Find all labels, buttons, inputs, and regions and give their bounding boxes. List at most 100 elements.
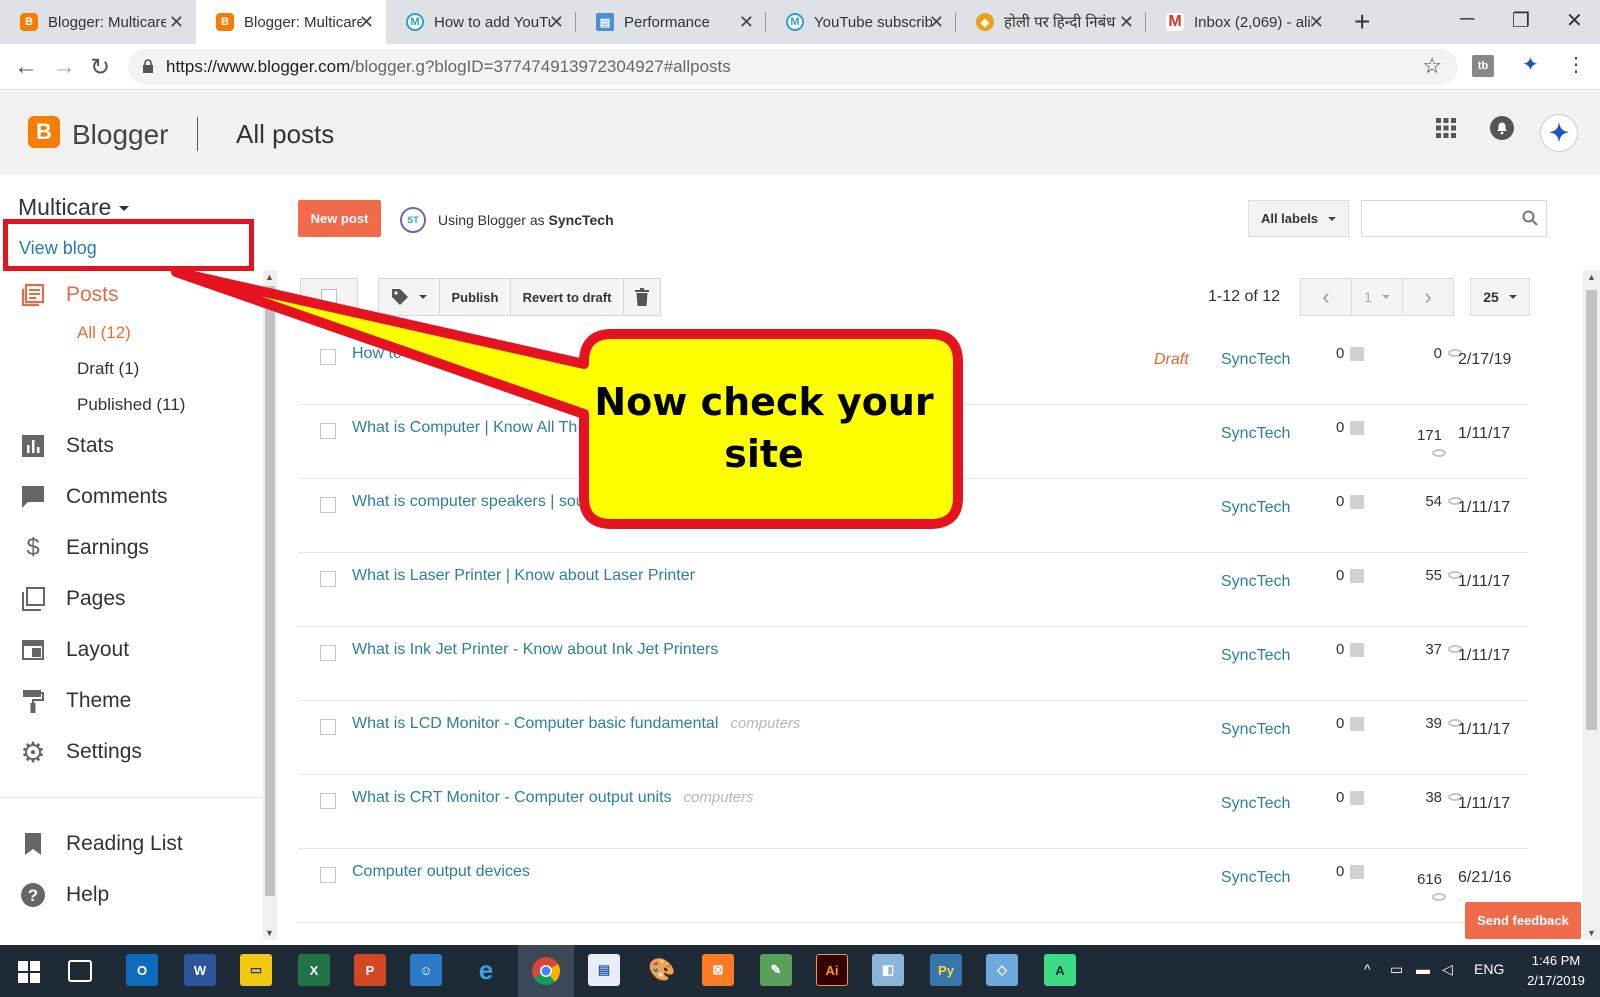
- close-tab-icon[interactable]: ✕: [169, 12, 184, 33]
- python-icon[interactable]: Py: [930, 954, 962, 986]
- browser-menu-icon[interactable]: ⋮: [1566, 52, 1586, 77]
- row-checkbox[interactable]: [320, 423, 336, 439]
- bookmark-star-icon[interactable]: ☆: [1422, 53, 1442, 79]
- scroll-down-icon[interactable]: ▼: [1587, 928, 1596, 938]
- volume-icon[interactable]: ◁: [1442, 961, 1453, 978]
- powerpoint-icon[interactable]: P: [354, 954, 386, 986]
- post-title-link[interactable]: How to add: [352, 345, 445, 363]
- table-row[interactable]: What is LCD Monitor - Computer basic fun…: [298, 701, 1528, 775]
- page-select[interactable]: 1: [1351, 278, 1403, 316]
- sidebar-item-settings[interactable]: ⚙ Settings: [20, 737, 141, 768]
- browser-tab-2[interactable]: B Blogger: Multicare ✕: [196, 0, 386, 44]
- paint-icon[interactable]: 🎨: [646, 954, 678, 986]
- app-icon[interactable]: ◧: [872, 954, 904, 986]
- restore-button[interactable]: ❐: [1512, 8, 1530, 33]
- send-feedback-button[interactable]: Send feedback: [1465, 902, 1581, 939]
- network-icon[interactable]: ▭: [1390, 961, 1403, 978]
- comment-count[interactable]: 0: [1336, 493, 1365, 510]
- label-menu-button[interactable]: [378, 278, 440, 316]
- table-row[interactable]: What is computer speakers | sou SyncTech 0…: [298, 479, 1528, 553]
- close-window-button[interactable]: ✕: [1566, 8, 1583, 33]
- scrollbar-thumb[interactable]: [1586, 290, 1597, 730]
- avatar[interactable]: ✦: [1540, 114, 1578, 152]
- post-label[interactable]: computers: [684, 789, 754, 806]
- row-checkbox[interactable]: [320, 867, 336, 883]
- select-all-checkbox[interactable]: [300, 278, 358, 316]
- row-checkbox[interactable]: [320, 793, 336, 809]
- post-title-link[interactable]: What is CRT Monitor - Computer output un…: [352, 789, 754, 807]
- comment-count[interactable]: 0: [1336, 641, 1365, 658]
- table-row[interactable]: What is CRT Monitor - Computer output un…: [298, 775, 1528, 849]
- comment-count[interactable]: 0: [1336, 345, 1365, 362]
- close-tab-icon[interactable]: ✕: [1309, 12, 1324, 33]
- close-tab-icon[interactable]: ✕: [549, 12, 564, 33]
- sidebar-subitem-all[interactable]: All (12): [77, 323, 131, 343]
- browser-tab-7[interactable]: M Inbox (2,069) - alik ✕: [1146, 0, 1336, 44]
- post-title-link[interactable]: What is Laser Printer | Know about Laser…: [352, 567, 707, 585]
- comment-count[interactable]: 0: [1336, 789, 1365, 806]
- new-post-button[interactable]: New post: [298, 200, 381, 237]
- post-title-link[interactable]: Computer output devices: [352, 863, 542, 881]
- scrollbar-thumb[interactable]: [265, 286, 275, 896]
- language-indicator[interactable]: ENG: [1474, 961, 1504, 977]
- row-checkbox[interactable]: [320, 497, 336, 513]
- publish-button[interactable]: Publish: [439, 278, 511, 316]
- browser-tab-5[interactable]: M YouTube subscribe ✕: [766, 0, 956, 44]
- word-icon[interactable]: W: [184, 954, 216, 986]
- page-size-select[interactable]: 25: [1470, 278, 1530, 316]
- delete-button[interactable]: [623, 278, 661, 316]
- tray-chevron-up-icon[interactable]: ^: [1364, 961, 1371, 977]
- new-tab-button[interactable]: +: [1354, 6, 1370, 38]
- sidebar-subitem-published[interactable]: Published (11): [77, 395, 185, 415]
- profile-extension-icon[interactable]: ✦: [1522, 52, 1539, 77]
- scroll-down-icon[interactable]: ▼: [265, 928, 274, 938]
- post-title-link[interactable]: What is LCD Monitor - Computer basic fun…: [352, 715, 800, 733]
- post-label[interactable]: computers: [730, 715, 800, 732]
- sidebar-item-posts[interactable]: Posts: [20, 280, 119, 310]
- post-title-link[interactable]: What is computer speakers | sou: [352, 493, 597, 511]
- extension-icon[interactable]: tb: [1472, 55, 1494, 77]
- post-title-link[interactable]: What is Ink Jet Printer - Know about Ink…: [352, 641, 730, 659]
- omnibox[interactable]: https://www.blogger.com/blogger.g?blogID…: [128, 49, 1458, 85]
- close-tab-icon[interactable]: ✕: [359, 12, 374, 33]
- blogger-logo-icon[interactable]: B: [28, 116, 60, 148]
- comment-count[interactable]: 0: [1336, 419, 1365, 436]
- prev-page-button[interactable]: ‹: [1300, 278, 1352, 316]
- chrome-taskbar-button[interactable]: [518, 945, 574, 997]
- outlook-icon[interactable]: O: [126, 954, 158, 986]
- file-explorer-icon[interactable]: ▭: [240, 954, 272, 986]
- reload-icon[interactable]: ↻: [90, 53, 110, 82]
- table-row[interactable]: Computer output devices SyncTech 0 616 6/21/…: [298, 849, 1528, 923]
- revert-to-draft-button[interactable]: Revert to draft: [510, 278, 624, 316]
- search-input[interactable]: [1361, 200, 1547, 237]
- sidebar-item-reading-list[interactable]: Reading List: [20, 829, 183, 859]
- sidebar-item-theme[interactable]: Theme: [20, 686, 131, 716]
- notifications-bell-icon[interactable]: [1490, 116, 1514, 140]
- browser-tab-4[interactable]: ▤ Performance ✕: [576, 0, 766, 44]
- apps-grid-icon[interactable]: [1436, 118, 1456, 138]
- next-page-button[interactable]: ›: [1402, 278, 1454, 316]
- taskbar-clock[interactable]: 1:46 PM 2/17/2019: [1518, 951, 1594, 991]
- blog-selector[interactable]: Multicare: [18, 194, 130, 221]
- browser-tab-3[interactable]: M How to add YouTu ✕: [386, 0, 576, 44]
- comment-count[interactable]: 0: [1336, 715, 1365, 732]
- close-tab-icon[interactable]: ✕: [1119, 12, 1134, 33]
- main-scrollbar[interactable]: ▲ ▼: [1583, 270, 1600, 940]
- table-row[interactable]: What is Laser Printer | Know about Laser…: [298, 553, 1528, 627]
- internet-explorer-icon[interactable]: e: [470, 954, 502, 986]
- row-checkbox[interactable]: [320, 571, 336, 587]
- virtualbox-icon[interactable]: ◇: [986, 954, 1018, 986]
- sidebar-subitem-draft[interactable]: Draft (1): [77, 359, 139, 379]
- sidebar-scrollbar[interactable]: ▲ ▼: [263, 270, 277, 940]
- forward-icon[interactable]: →: [52, 53, 76, 81]
- close-tab-icon[interactable]: ✕: [739, 12, 754, 33]
- row-checkbox[interactable]: [320, 719, 336, 735]
- comment-count[interactable]: 0: [1336, 863, 1365, 880]
- scroll-up-icon[interactable]: ▲: [265, 272, 274, 282]
- back-icon[interactable]: ←: [14, 53, 38, 81]
- contacts-icon[interactable]: ☺: [410, 954, 442, 986]
- sidebar-item-help[interactable]: ? Help: [20, 880, 109, 910]
- search-icon[interactable]: [1522, 210, 1538, 226]
- scroll-up-icon[interactable]: ▲: [1587, 272, 1596, 282]
- excel-icon[interactable]: X: [298, 954, 330, 986]
